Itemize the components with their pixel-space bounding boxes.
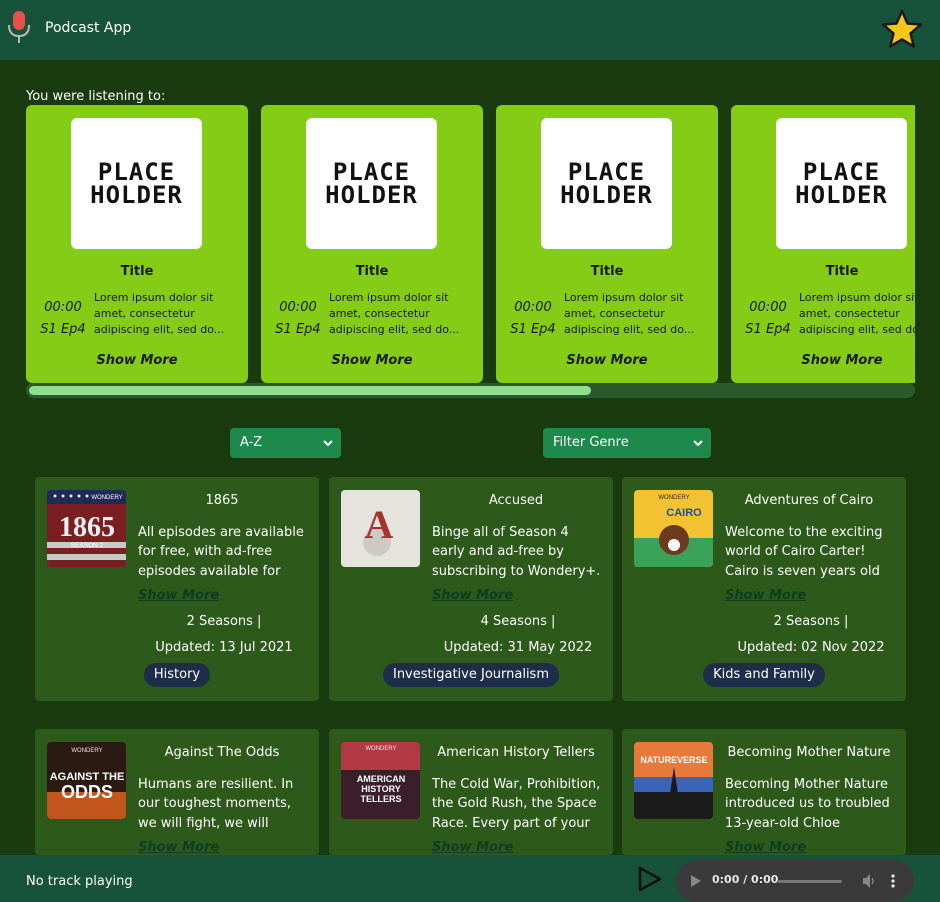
app-title: Podcast App [45,20,132,36]
svg-text:WONDERY: WONDERY [658,495,689,501]
podcast-card[interactable]: A Accused Binge all of Season 4 early an… [329,477,613,701]
card-meta: 00:00 S1 Ep4 [275,300,321,337]
svg-text:WONDERY: WONDERY [71,748,102,754]
updated-date: Updated: 02 Nov 2022 [737,640,885,655]
recent-card[interactable]: PLACE HOLDER Title 00:00 S1 Ep4 Lorem ipsu… [26,105,248,383]
recent-card[interactable]: PLACE HOLDER Title 00:00 S1 Ep4 Lorem ipsu… [261,105,483,383]
svg-text:AMERICAN: AMERICAN [357,774,406,784]
play-icon[interactable] [690,874,702,888]
podcast-cover-image: WONDERY 1865 SEASON 2 [47,490,126,567]
placeholder-image: PLACE HOLDER [306,118,437,249]
audio-player[interactable]: 0:00 / 0:00 [676,860,914,902]
show-more-button[interactable]: Show More [26,353,248,368]
now-playing-status: No track playing [26,874,133,889]
podcast-description: Binge all of Season 4 early and ad-free … [432,525,601,579]
show-more-button[interactable]: Show More [261,353,483,368]
podcast-description: All episodes are available for free, wit… [138,525,304,579]
show-more-link[interactable]: Show More [725,840,806,855]
recent-carousel[interactable]: PLACE HOLDER Title 00:00 S1 Ep4 Lorem ipsu… [26,105,915,383]
podcast-card[interactable]: WONDERY AMERICAN HISTORY TELLERS America… [329,729,613,855]
show-more-link[interactable]: Show More [138,840,219,855]
podcast-title: Accused [488,493,544,508]
genre-badge[interactable]: History [143,663,211,687]
svg-text:CAIRO: CAIRO [666,507,702,519]
svg-text:NATUREVERSE: NATUREVERSE [640,755,707,765]
recent-card[interactable]: PLACE HOLDER Title 00:00 S1 Ep4 Lorem ipsu… [731,105,915,383]
svg-text:SEASON 2: SEASON 2 [71,542,104,549]
seasons-count: 2 Seasons | [186,614,262,629]
play-icon[interactable] [636,865,664,893]
podcast-card[interactable]: WONDERY CAIRO Adventures of Cairo Welcom… [622,477,906,701]
card-title: Title [120,264,154,279]
card-title: Title [355,264,389,279]
card-meta: 00:00 S1 Ep4 [510,300,556,337]
updated-date: Updated: 31 May 2022 [443,640,593,655]
podcast-cover-image: WONDERY CAIRO [634,490,713,567]
podcast-title: American History Tellers [437,745,595,760]
audio-progress-bar[interactable] [778,880,842,883]
card-description: Lorem ipsum dolor sit amet, consectetur … [799,291,915,336]
updated-date: Updated: 13 Jul 2021 [155,640,293,655]
show-more-link[interactable]: Show More [432,840,513,855]
placeholder-image: PLACE HOLDER [541,118,672,249]
show-more-link[interactable]: Show More [138,588,219,603]
show-more-button[interactable]: Show More [496,353,718,368]
show-more-link[interactable]: Show More [725,588,806,603]
card-description: Lorem ipsum dolor sit amet, consectetur … [564,291,695,336]
microphone-icon [8,11,30,43]
chevron-down-icon [323,440,333,447]
podcast-card[interactable]: WONDERY AGAINST THE ODDS Against The Odd… [35,729,319,855]
show-more-button[interactable]: Show More [731,353,915,368]
more-vertical-icon[interactable] [890,873,896,889]
podcast-cover-image: WONDERY AMERICAN HISTORY TELLERS [341,742,420,819]
card-meta: 00:00 S1 Ep4 [745,300,791,337]
podcast-card[interactable]: WONDERY 1865 SEASON 2 1865 All episodes … [35,477,319,701]
card-title: Title [590,264,624,279]
svg-text:WONDERY: WONDERY [91,495,122,501]
card-meta: 00:00 S1 Ep4 [40,300,86,337]
svg-text:A: A [365,502,394,547]
carousel-scrollbar[interactable] [26,383,915,398]
svg-text:ODDS: ODDS [61,782,113,802]
recent-card[interactable]: PLACE HOLDER Title 00:00 S1 Ep4 Lorem ipsu… [496,105,718,383]
podcast-description: The Cold War, Prohibition, the Gold Rush… [432,777,601,831]
podcast-title: Adventures of Cairo [744,493,874,508]
star-icon[interactable] [880,8,924,50]
placeholder-image: PLACE HOLDER [71,118,202,249]
svg-text:1865: 1865 [59,512,115,543]
audio-time: 0:00 / 0:00 [712,873,779,886]
seasons-count: 2 Seasons | [773,614,849,629]
seasons-count: 4 Seasons | [480,614,556,629]
card-description: Lorem ipsum dolor sit amet, consectetur … [94,291,225,336]
scrollbar-thumb[interactable] [29,386,591,395]
svg-text:WONDERY: WONDERY [365,746,396,752]
chevron-down-icon [693,440,703,447]
podcast-cover-image: WONDERY AGAINST THE ODDS [47,742,126,819]
podcast-card[interactable]: NATUREVERSE Becoming Mother Nature Becom… [622,729,906,855]
podcast-title: Against The Odds [164,745,280,760]
sort-select[interactable]: A-Z [230,428,341,458]
genre-filter-select[interactable]: Filter Genre [543,428,711,458]
card-description: Lorem ipsum dolor sit amet, consectetur … [329,291,460,336]
genre-badge[interactable]: Kids and Family [703,663,825,687]
volume-icon[interactable] [862,873,876,889]
podcast-title: 1865 [205,493,239,508]
placeholder-image: PLACE HOLDER [776,118,907,249]
top-bar: Podcast App [0,0,940,60]
show-more-link[interactable]: Show More [432,588,513,603]
recent-section-label: You were listening to: [26,89,166,104]
podcast-description: Humans are resilient. In our toughest mo… [138,777,294,831]
podcast-title: Becoming Mother Nature [727,745,891,760]
podcast-description: Welcome to the exciting world of Cairo C… [725,525,883,579]
podcast-cover-image: NATUREVERSE [634,742,713,819]
podcast-cover-image: A [341,490,420,567]
card-title: Title [825,264,859,279]
svg-text:TELLERS: TELLERS [360,794,401,804]
svg-text:HISTORY: HISTORY [361,784,401,794]
player-bar: No track playing 0:00 / 0:00 [0,855,940,902]
genre-badge[interactable]: Investigative Journalism [382,663,559,687]
podcast-description: Becoming Mother Nature introduced us to … [725,777,890,831]
